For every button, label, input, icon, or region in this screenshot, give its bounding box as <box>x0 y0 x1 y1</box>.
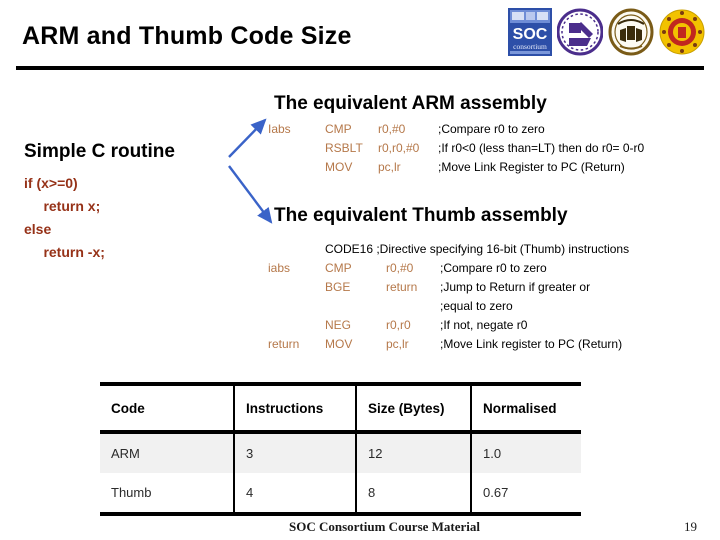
c-routine-code: if (x>=0) return x; else return -x; <box>24 172 105 264</box>
cell-instructions: 3 <box>234 432 357 473</box>
asm-mnemonic: MOV <box>325 337 353 351</box>
asm-operands: r0,#0 <box>378 122 406 136</box>
asm-mnemonic: CMP <box>325 122 352 136</box>
c-routine-heading: Simple C routine <box>24 141 175 162</box>
thumb-assembly-heading: The equivalent Thumb assembly <box>274 205 568 226</box>
nctu-logo <box>557 8 603 56</box>
asm-comment: ;equal to zero <box>440 299 513 313</box>
page-title: ARM and Thumb Code Size <box>22 22 352 50</box>
page-number: 19 <box>684 519 697 534</box>
asm-comment: ;If not, negate r0 <box>440 318 528 332</box>
asm-label: Iabs <box>268 122 291 136</box>
column-header-code: Code <box>100 382 235 434</box>
logo-strip: SOC consortium <box>508 6 705 58</box>
asm-comment: ;If r0<0 (less than=LT) then do r0= 0-r0 <box>438 141 645 155</box>
cell-size: 8 <box>356 473 472 516</box>
cell-code: Thumb <box>100 473 235 516</box>
asm-comment: ;Compare r0 to zero <box>440 261 547 275</box>
c-code-line: return x; <box>24 198 101 214</box>
asm-mnemonic: NEG <box>325 318 352 332</box>
code-size-comparison-table: Code Instructions Size (Bytes) Normalise… <box>100 382 581 516</box>
column-header-instructions: Instructions <box>234 382 357 434</box>
asm-comment: ;Jump to Return if greater or <box>440 280 591 294</box>
arm-assembly-heading: The equivalent ARM assembly <box>274 93 547 114</box>
asm-label: return <box>268 337 300 351</box>
table-row: ARM 3 12 1.0 <box>100 432 581 473</box>
asm-comment: ;Move Link Register to PC (Return) <box>438 160 625 174</box>
header-divider <box>16 66 704 70</box>
footer-text: SOC Consortium Course Material <box>289 519 481 534</box>
asm-operands: r0,#0 <box>386 261 414 275</box>
c-code-line: if (x>=0) <box>24 175 78 191</box>
asm-operands: pc,lr <box>386 337 409 351</box>
c-code-line: else <box>24 221 52 237</box>
cell-instructions: 4 <box>234 473 357 516</box>
asm-operands: r0,r0 <box>386 318 411 332</box>
asm-operands: return <box>386 280 418 294</box>
svg-text:SOC: SOC <box>513 26 548 43</box>
asm-label: iabs <box>268 261 291 275</box>
svg-text:consortium: consortium <box>513 42 547 51</box>
soc-consortium-logo: SOC consortium <box>508 8 552 56</box>
asm-mnemonic: RSBLT <box>325 141 363 155</box>
arrow-to-thumb-section <box>228 165 273 224</box>
table-header-row: Code Instructions Size (Bytes) Normalise… <box>100 382 581 434</box>
arrow-to-arm-section <box>228 118 267 158</box>
asm-operands: r0,r0,#0 <box>378 141 420 155</box>
c-code-line: return -x; <box>24 244 105 260</box>
cell-normalised: 0.67 <box>471 473 581 516</box>
ntu-logo <box>608 8 654 56</box>
cell-code: ARM <box>100 432 235 473</box>
asm-directive: CODE16 ;Directive specifying 16-bit (Thu… <box>325 242 630 256</box>
asm-operands: pc,lr <box>378 160 401 174</box>
cell-normalised: 1.0 <box>471 432 581 473</box>
nthu-logo <box>659 9 705 55</box>
column-header-size: Size (Bytes) <box>356 382 472 434</box>
column-header-normalised: Normalised <box>471 382 581 434</box>
asm-comment: ;Compare r0 to zero <box>438 122 545 136</box>
asm-mnemonic: BGE <box>325 280 351 294</box>
asm-comment: ;Move Link register to PC (Return) <box>440 337 623 351</box>
asm-mnemonic: CMP <box>325 261 352 275</box>
asm-mnemonic: MOV <box>325 160 353 174</box>
cell-size: 12 <box>356 432 472 473</box>
table-row: Thumb 4 8 0.67 <box>100 473 581 516</box>
